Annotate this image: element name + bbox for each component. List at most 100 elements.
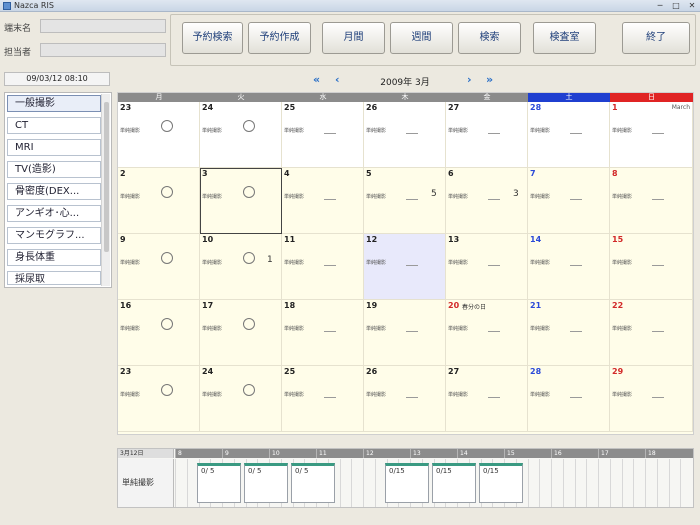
time-slot-block[interactable]: 0/15	[432, 463, 476, 503]
weekday-header: 火	[200, 93, 282, 102]
modality-item-general-xray[interactable]: 一般撮影	[7, 95, 101, 112]
calendar-day-cell[interactable]: 13 単純撮影	[446, 234, 528, 300]
timeline-gridline	[574, 459, 576, 507]
search-button[interactable]: 検索	[458, 22, 521, 54]
timeline-hour-label: 10	[269, 449, 316, 458]
minimize-button[interactable]: ─	[652, 1, 668, 11]
next-year-icon[interactable]: »	[486, 73, 493, 86]
calendar-day-cell[interactable]: 16 単純撮影	[118, 300, 200, 366]
calendar-day-cell[interactable]: 27 単純撮影	[446, 102, 528, 168]
day-number: 25	[284, 367, 296, 376]
unavailable-dash-icon	[652, 199, 664, 200]
day-number: 23	[120, 103, 132, 112]
time-slot-block[interactable]: 0/ 5	[291, 463, 335, 503]
calendar-day-cell[interactable]: 25 単純撮影	[282, 102, 364, 168]
calendar-day-cell[interactable]: 24 単純撮影	[200, 366, 282, 432]
holiday-label: 春分の日	[462, 304, 487, 311]
day-number: 6	[448, 169, 454, 178]
available-circle-icon	[243, 252, 255, 264]
calendar-day-cell[interactable]: 14 単純撮影	[528, 234, 610, 300]
calendar-day-cell[interactable]: 6 単純撮影 3	[446, 168, 528, 234]
timeline-gridline	[586, 459, 588, 507]
calendar-day-cell[interactable]: 28 単純撮影	[528, 102, 610, 168]
day-number: 14	[530, 235, 542, 244]
timeline-gridline	[668, 459, 670, 507]
slot-label: 単純撮影	[120, 392, 141, 398]
timeline-hour-label: 11	[316, 449, 363, 458]
unavailable-dash-icon	[488, 265, 500, 266]
timeline-hour-label: 16	[551, 449, 598, 458]
week-view-button[interactable]: 週間	[390, 22, 453, 54]
prev-year-icon[interactable]: «	[313, 73, 320, 86]
unavailable-dash-icon	[488, 397, 500, 398]
day-number: 20	[448, 301, 460, 310]
modality-scrollbar[interactable]	[101, 94, 110, 286]
modality-item-height-weight[interactable]: 身長体重	[7, 249, 101, 266]
calendar-day-cell[interactable]: 29 単純撮影	[610, 366, 693, 432]
calendar-day-cell[interactable]: 20 春分の日 単純撮影	[446, 300, 528, 366]
calendar-day-cell[interactable]: 7 単純撮影	[528, 168, 610, 234]
calendar-day-cell[interactable]: 23 単純撮影	[118, 102, 200, 168]
calendar-day-cell[interactable]: 4 単純撮影	[282, 168, 364, 234]
maximize-button[interactable]: □	[668, 1, 684, 11]
time-slot-block[interactable]: 0/15	[479, 463, 523, 503]
close-window-button[interactable]: ✕	[684, 1, 700, 11]
terminal-label: 端末名	[4, 24, 32, 34]
calendar-day-cell[interactable]: 25 単純撮影	[282, 366, 364, 432]
calendar-day-cell[interactable]: 5 単純撮影 5	[364, 168, 446, 234]
modality-item-urine[interactable]: 採尿取	[7, 271, 101, 285]
slot-label: 単純撮影	[284, 260, 305, 266]
calendar-day-cell[interactable]: 2 単純撮影	[118, 168, 200, 234]
timeline-gridline	[562, 459, 564, 507]
calendar-day-cell[interactable]: 26 単純撮影	[364, 102, 446, 168]
month-calendar: 月火水木金土日 23 単純撮影 24 単純撮影 25 単純撮影 26 単純撮影 27 単純撮影 28 単…	[117, 92, 694, 435]
calendar-day-cell[interactable]: 27 単純撮影	[446, 366, 528, 432]
calendar-day-cell[interactable]: 22 単純撮影	[610, 300, 693, 366]
timeline-gridline	[527, 459, 529, 507]
timeline-gridline	[351, 459, 353, 507]
month-view-button[interactable]: 月間	[322, 22, 385, 54]
reserve-create-button[interactable]: 予約作成	[248, 22, 311, 54]
modality-item-tv[interactable]: TV(造影)	[7, 161, 101, 178]
modality-item-bone-density[interactable]: 骨密度(DEX...	[7, 183, 101, 200]
time-slot-block[interactable]: 0/ 5	[197, 463, 241, 503]
next-month-icon[interactable]: ›	[467, 73, 472, 86]
slot-label: 単純撮影	[120, 326, 141, 332]
slot-label: 単純撮影	[202, 194, 223, 200]
slot-label: 単純撮影	[530, 326, 551, 332]
day-number: 3	[202, 169, 208, 178]
reserve-search-button[interactable]: 予約検索	[182, 22, 243, 54]
time-slot-block[interactable]: 0/15	[385, 463, 429, 503]
modality-item-mammography[interactable]: マンモグラフ...	[7, 227, 101, 244]
calendar-day-cell[interactable]: 17 単純撮影	[200, 300, 282, 366]
weekday-header: 月	[118, 93, 200, 102]
exam-room-button[interactable]: 検査室	[533, 22, 596, 54]
calendar-day-cell[interactable]: 8 単純撮影	[610, 168, 693, 234]
calendar-day-cell[interactable]: 28 単純撮影	[528, 366, 610, 432]
calendar-day-cell[interactable]: 26 単純撮影	[364, 366, 446, 432]
calendar-day-cell[interactable]: 3 単純撮影	[200, 168, 282, 234]
calendar-day-cell[interactable]: 9 単純撮影	[118, 234, 200, 300]
day-number: 10	[202, 235, 214, 244]
scroll-thumb[interactable]	[104, 102, 109, 252]
prev-month-icon[interactable]: ‹	[335, 73, 340, 86]
calendar-day-cell[interactable]: 15 単純撮影	[610, 234, 693, 300]
modality-item-angio[interactable]: アンギオ･心...	[7, 205, 101, 222]
day-number: 22	[612, 301, 624, 310]
available-circle-icon	[161, 186, 173, 198]
modality-item-ct[interactable]: CT	[7, 117, 101, 134]
calendar-day-cell[interactable]: 18 単純撮影	[282, 300, 364, 366]
modality-item-mri[interactable]: MRI	[7, 139, 101, 156]
calendar-day-cell[interactable]: 11 単純撮影	[282, 234, 364, 300]
calendar-day-cell[interactable]: 24 単純撮影	[200, 102, 282, 168]
unavailable-dash-icon	[488, 199, 500, 200]
exit-button[interactable]: 終了	[622, 22, 690, 54]
calendar-day-cell[interactable]: 1 March 単純撮影	[610, 102, 693, 168]
time-slot-block[interactable]: 0/ 5	[244, 463, 288, 503]
calendar-day-cell[interactable]: 12 単純撮影	[364, 234, 446, 300]
calendar-day-cell[interactable]: 23 単純撮影	[118, 366, 200, 432]
calendar-day-cell[interactable]: 21 単純撮影	[528, 300, 610, 366]
calendar-day-cell[interactable]: 19 単純撮影	[364, 300, 446, 366]
calendar-day-cell[interactable]: 10 単純撮影 1	[200, 234, 282, 300]
available-circle-icon	[243, 318, 255, 330]
